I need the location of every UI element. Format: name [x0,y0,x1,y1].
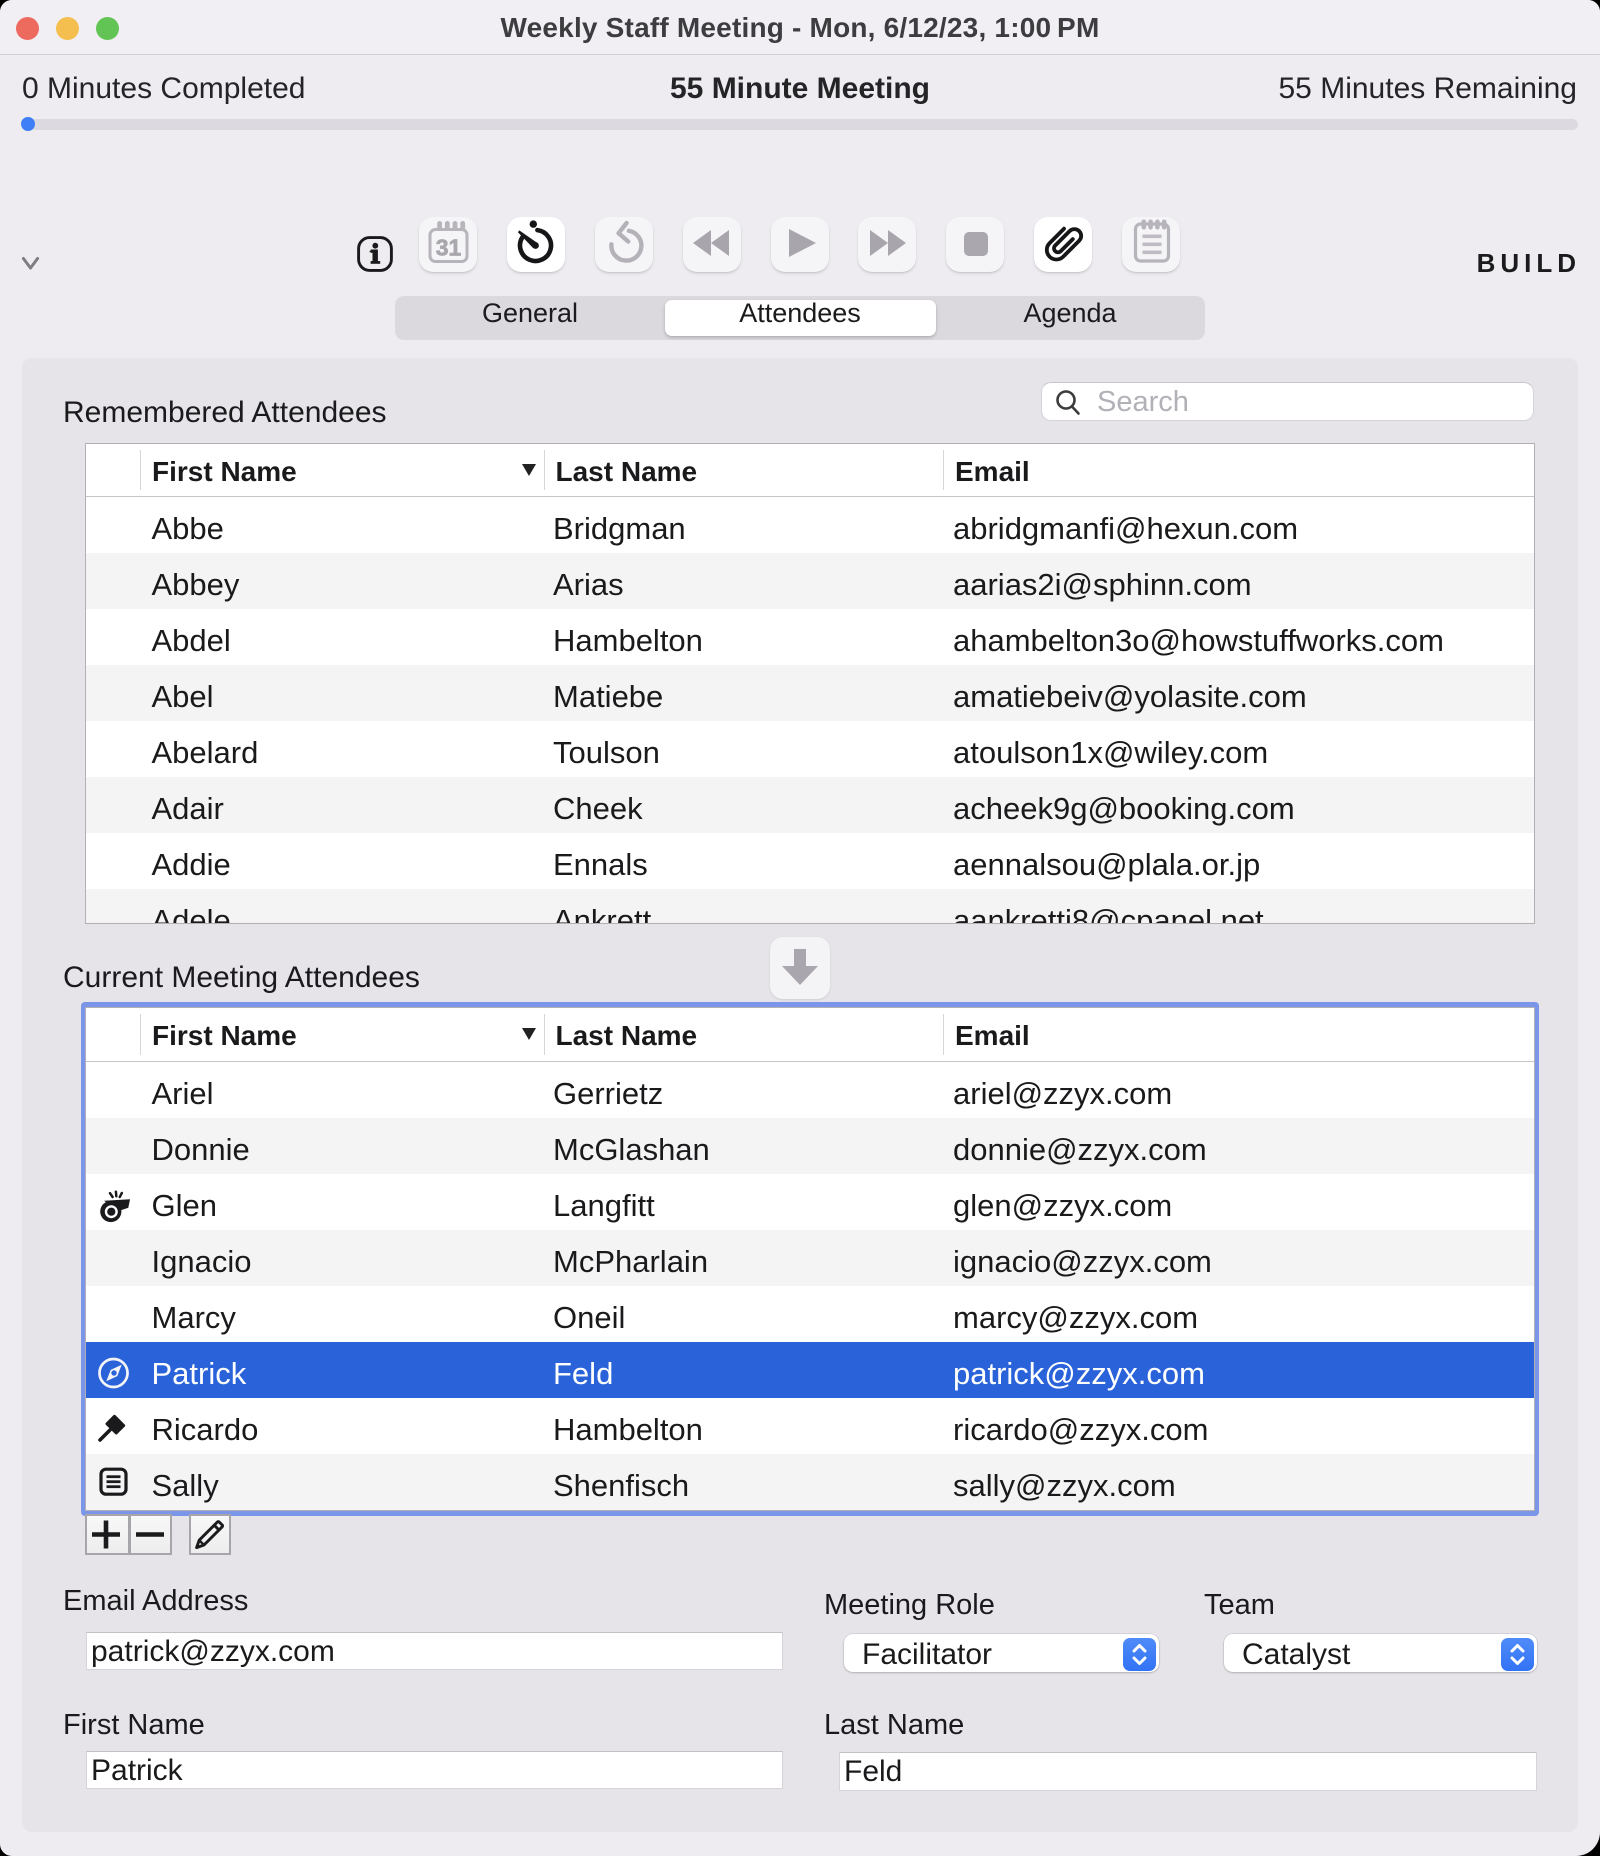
svg-text:31: 31 [436,235,462,261]
